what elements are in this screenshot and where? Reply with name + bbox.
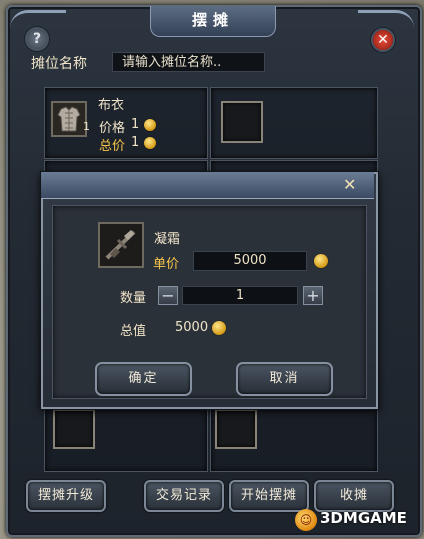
window-title: 摆摊 — [150, 6, 276, 37]
stall-slot-1[interactable]: 1 布衣 价格 1 总价 1 — [44, 87, 208, 159]
stall-slot-2[interactable] — [210, 87, 378, 159]
stall-upgrade-button[interactable]: 摆摊升级 — [26, 480, 106, 512]
plus-icon: + — [306, 286, 320, 305]
empty-slot-icon — [215, 409, 257, 449]
stall-name-input[interactable]: 请输入摊位名称.. — [112, 52, 265, 72]
close-window-button[interactable]: ✕ — [373, 30, 393, 50]
gold-coin-icon — [144, 137, 156, 149]
close-stall-button[interactable]: 收摊 — [314, 480, 394, 512]
close-icon: ✕ — [377, 32, 389, 48]
help-button[interactable]: ? — [27, 29, 47, 49]
unit-price-input[interactable]: 5000 — [193, 251, 307, 271]
slot-item-name: 布衣 — [98, 98, 125, 113]
dialog-close-button[interactable]: ✕ — [343, 177, 356, 193]
dialog-title-bar — [41, 172, 374, 199]
slot-total-value: 1 — [131, 135, 140, 150]
dialog-item-name: 凝霜 — [154, 232, 181, 247]
stall-slot-6[interactable] — [210, 404, 378, 472]
empty-slot-icon — [221, 101, 263, 143]
empty-slot-icon — [53, 409, 95, 449]
quantity-input[interactable]: 1 — [182, 286, 298, 305]
gold-coin-icon — [144, 119, 156, 131]
unit-price-label: 单价 — [153, 257, 180, 272]
gold-coin-icon — [314, 254, 328, 268]
total-value: 5000 — [175, 320, 209, 335]
crossbow-icon — [98, 222, 144, 268]
trade-log-button[interactable]: 交易记录 — [144, 480, 224, 512]
slot-total-label: 总价 — [99, 139, 126, 154]
gold-coin-icon — [212, 321, 226, 335]
slot-price-label: 价格 — [99, 121, 126, 136]
help-icon: ? — [32, 31, 42, 47]
start-stall-button[interactable]: 开始摆摊 — [229, 480, 309, 512]
quantity-decrease-button[interactable]: − — [158, 286, 178, 305]
cancel-button[interactable]: 取消 — [236, 362, 333, 396]
watermark-logo: ☺ — [295, 509, 317, 531]
quantity-increase-button[interactable]: + — [303, 286, 323, 305]
slot-quantity: 1 — [83, 120, 90, 133]
total-label: 总值 — [120, 324, 147, 339]
slot-price-value: 1 — [131, 117, 140, 132]
minus-icon: − — [161, 286, 175, 305]
confirm-button[interactable]: 确定 — [95, 362, 192, 396]
cloth-armor-icon — [51, 101, 87, 137]
stall-name-label: 摊位名称 — [31, 56, 87, 72]
quantity-label: 数量 — [120, 291, 147, 306]
stall-slot-5[interactable] — [44, 404, 208, 472]
watermark-text: 3DMGAME — [320, 509, 407, 527]
close-icon: ✕ — [343, 175, 357, 194]
